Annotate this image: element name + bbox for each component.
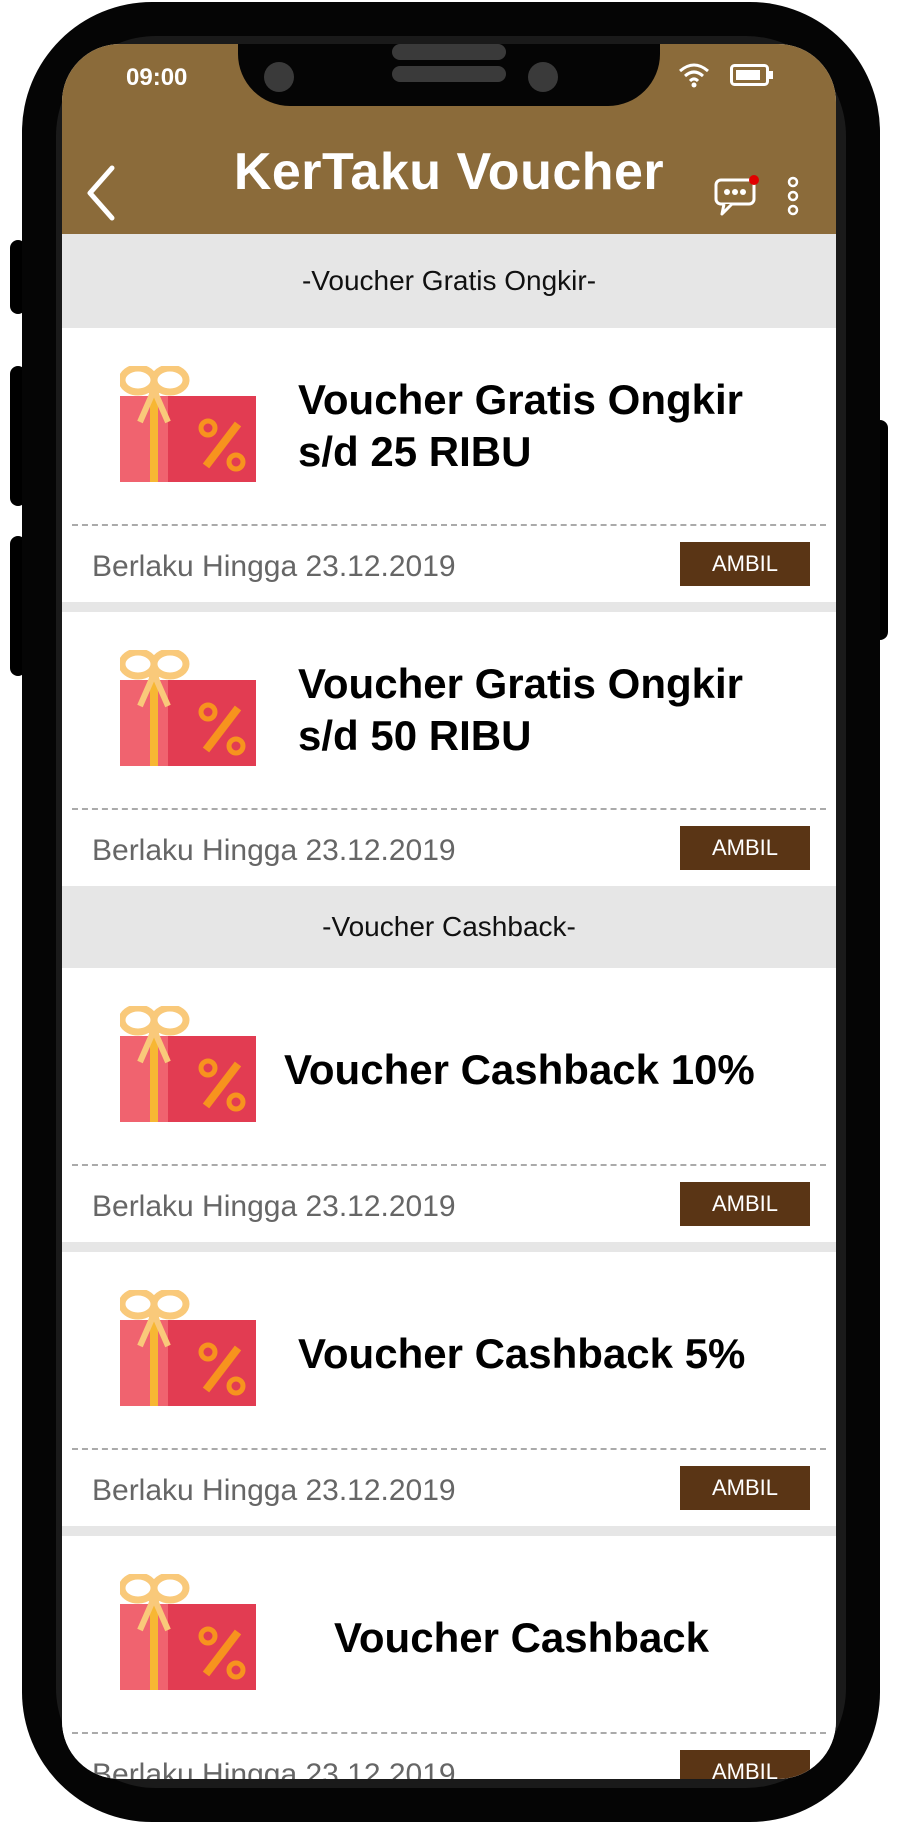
- section-header-cashback: -Voucher Cashback-: [62, 886, 836, 968]
- validity-text: Berlaku Hingga 23.12.2019: [92, 1474, 456, 1507]
- dashed-divider: [72, 1164, 826, 1166]
- ambil-button[interactable]: AMBIL: [680, 1182, 810, 1226]
- validity-text: Berlaku Hingga 23.12.2019: [92, 834, 456, 867]
- speaker-lower: [392, 66, 506, 82]
- voucher-title: Voucher Gratis Ongkir s/d 25 RIBU: [298, 374, 743, 478]
- section-header-gratis-ongkir: -Voucher Gratis Ongkir-: [62, 234, 836, 328]
- battery-icon: [730, 64, 773, 86]
- gift-voucher-icon: [120, 366, 256, 482]
- voucher-title-line2: s/d 25 RIBU: [298, 428, 532, 475]
- validity-text: Berlaku Hingga 23.12.2019: [92, 1190, 456, 1223]
- notch: [238, 44, 660, 106]
- voucher-card: Voucher Gratis Ongkir s/d 50 RIBU Berlak…: [62, 612, 836, 886]
- voucher-card: Voucher Cashback 10% Berlaku Hingga 23.1…: [62, 968, 836, 1242]
- gift-voucher-icon: [120, 650, 256, 766]
- gift-voucher-icon: [120, 1006, 256, 1122]
- voucher-title: Voucher Cashback: [334, 1614, 710, 1661]
- dashed-divider: [72, 524, 826, 526]
- voucher-title: Voucher Gratis Ongkir s/d 50 RIBU: [298, 658, 743, 762]
- ambil-button[interactable]: AMBIL: [680, 1750, 810, 1779]
- dashed-divider: [72, 1732, 826, 1734]
- ambil-button[interactable]: AMBIL: [680, 826, 810, 870]
- voucher-title: Voucher Cashback 10%: [284, 1046, 755, 1093]
- voucher-title-line2: s/d 50 RIBU: [298, 712, 532, 759]
- gift-voucher-icon: [120, 1574, 256, 1690]
- gift-voucher-icon: [120, 1290, 256, 1406]
- speaker: [392, 44, 506, 60]
- dashed-divider: [72, 808, 826, 810]
- wifi-icon: [679, 63, 709, 88]
- ambil-button[interactable]: AMBIL: [680, 1466, 810, 1510]
- card-separator: [62, 602, 836, 612]
- chat-icon[interactable]: [714, 174, 760, 216]
- dashed-divider: [72, 1448, 826, 1450]
- app-screen: 09:00 KerTaku Voucher -Voucher Gratis On…: [62, 44, 836, 1779]
- validity-text: Berlaku Hingga 23.12.2019: [92, 550, 456, 583]
- voucher-title: Voucher Cashback 5%: [298, 1330, 746, 1377]
- voucher-title-line1: Voucher Gratis Ongkir: [298, 376, 743, 423]
- voucher-card: Voucher Cashback 5% Berlaku Hingga 23.12…: [62, 1252, 836, 1526]
- sensor: [528, 62, 558, 92]
- validity-text: Berlaku Hingga 23.12.2019: [92, 1758, 456, 1779]
- voucher-list: -Voucher Gratis Ongkir- Voucher Gratis O…: [62, 234, 836, 1779]
- front-camera: [264, 62, 294, 92]
- ambil-button[interactable]: AMBIL: [680, 542, 810, 586]
- app-header: 09:00 KerTaku Voucher: [62, 44, 836, 234]
- more-vert-icon[interactable]: [786, 176, 800, 216]
- card-separator: [62, 1526, 836, 1536]
- card-separator: [62, 1242, 836, 1252]
- voucher-card: Voucher Gratis Ongkir s/d 25 RIBU Berlak…: [62, 328, 836, 602]
- status-time: 09:00: [126, 64, 188, 91]
- voucher-card: Voucher Cashback Berlaku Hingga 23.12.20…: [62, 1536, 836, 1779]
- voucher-title-line1: Voucher Gratis Ongkir: [298, 660, 743, 707]
